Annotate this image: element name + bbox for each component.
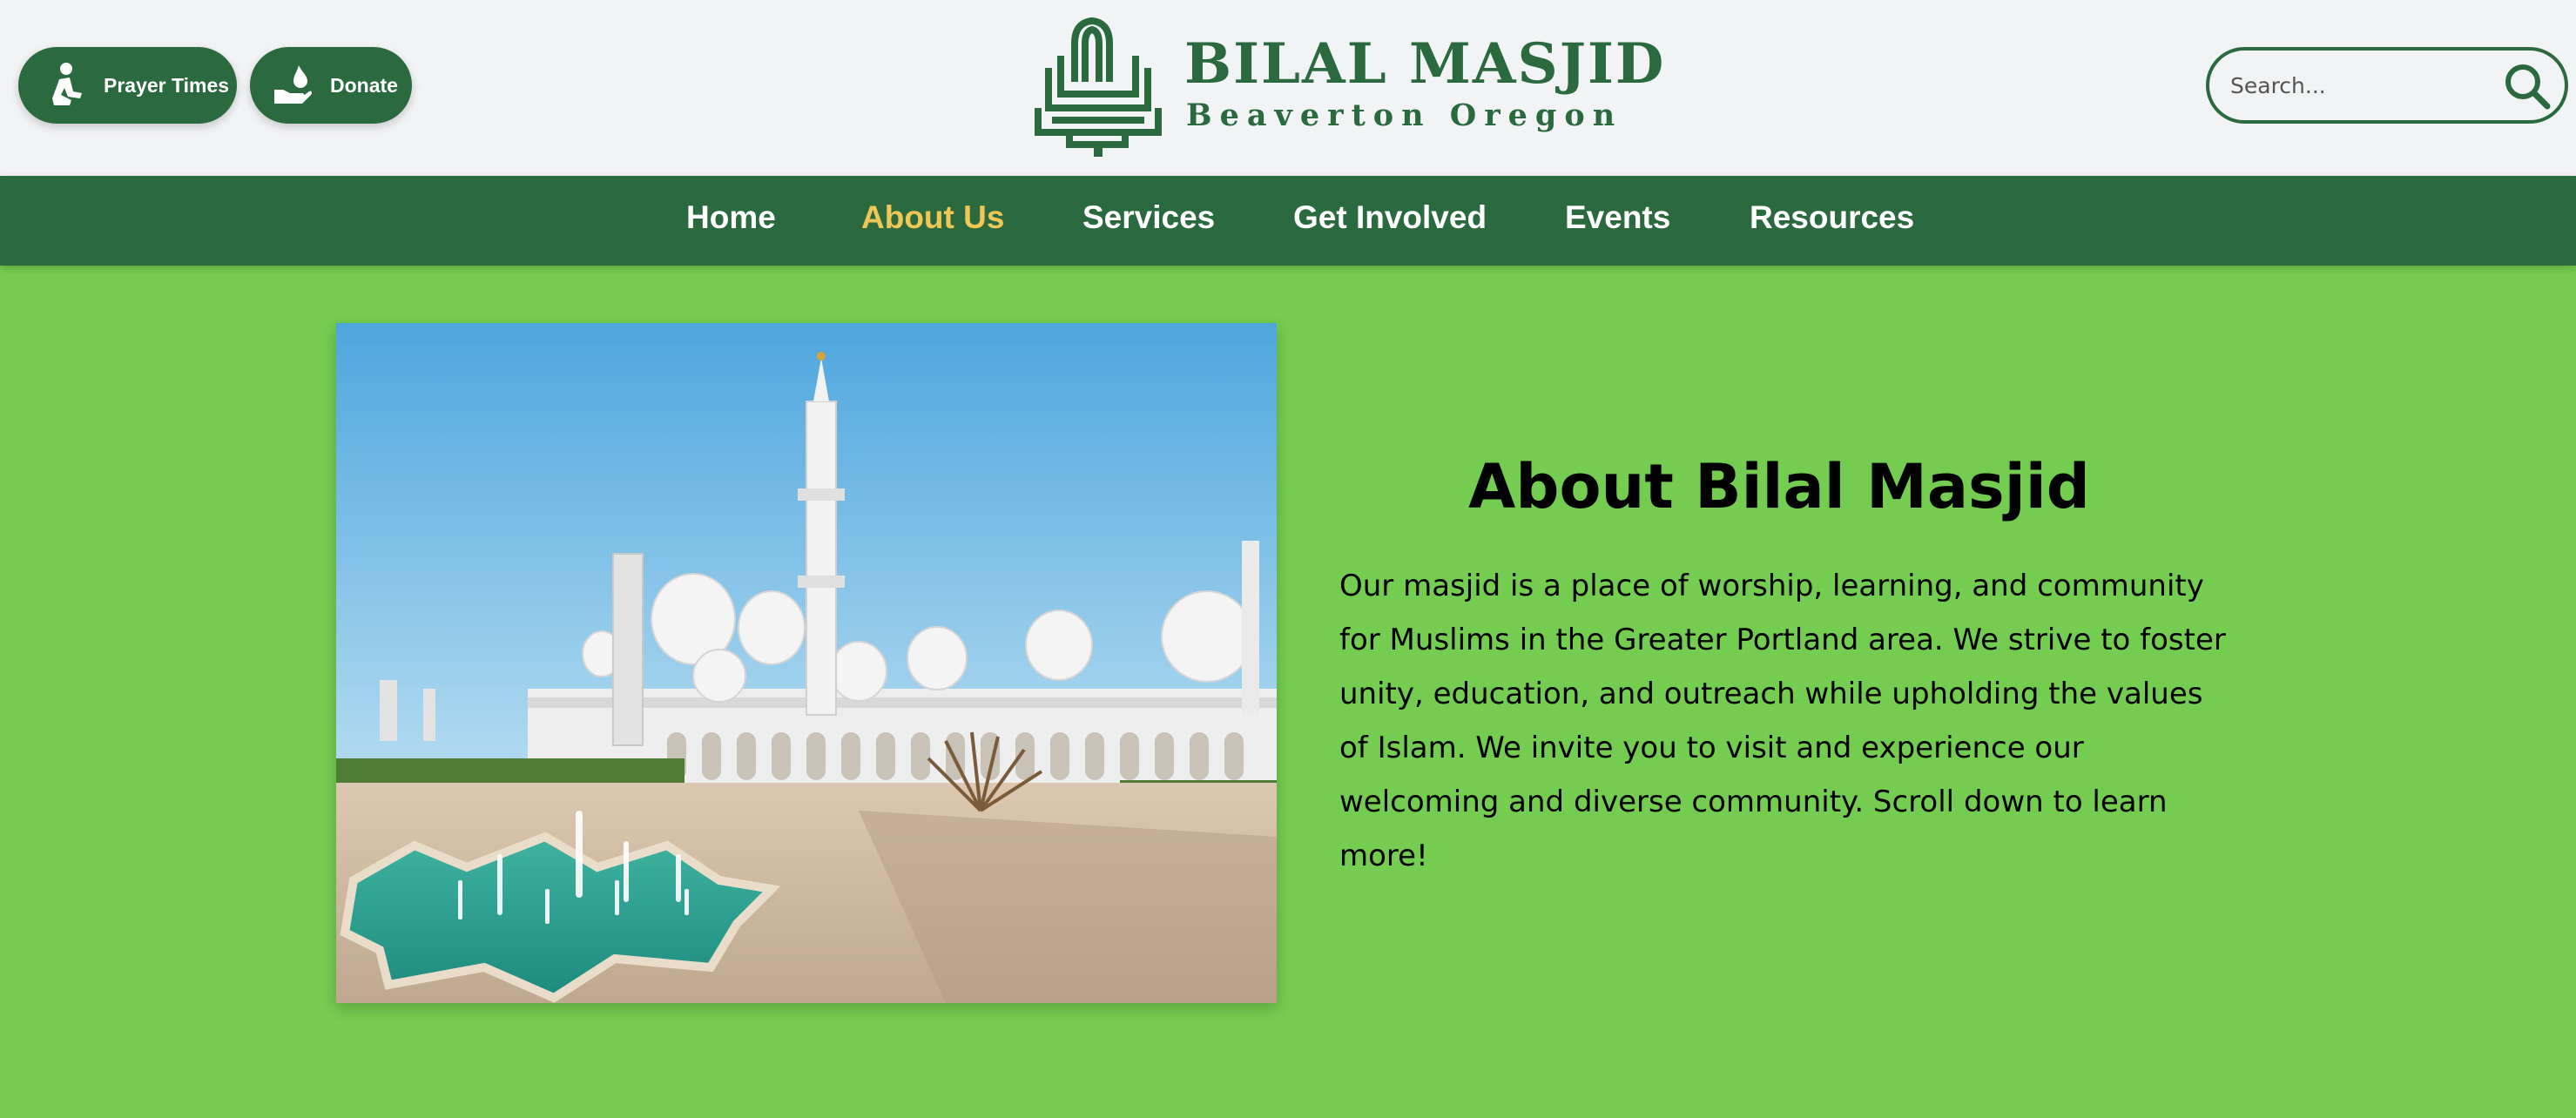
about-description: Our masjid is a place of worship, learni… — [1339, 569, 2226, 873]
site-header: Prayer Times Donate BILAL MASJID Beavert… — [0, 0, 2576, 176]
praying-person-icon — [44, 62, 88, 109]
prayer-times-button[interactable]: Prayer Times — [18, 47, 237, 124]
logo-subtitle: Beaverton Oregon — [1186, 98, 1623, 133]
donate-label: Donate — [330, 73, 398, 97]
site-logo[interactable]: BILAL MASJID Beaverton Oregon — [1035, 17, 1663, 157]
masjid-calligraphy-logo — [1035, 17, 1162, 157]
nav-item-services[interactable]: Services — [1082, 197, 1215, 239]
prayer-times-label: Prayer Times — [104, 73, 230, 97]
masjid-photo — [336, 323, 1277, 1003]
nav-item-get-involved[interactable]: Get Involved — [1293, 197, 1487, 239]
search-input[interactable] — [2230, 72, 2492, 98]
donate-button[interactable]: Donate — [250, 47, 412, 124]
logo-title: BILAL MASJID — [1184, 31, 1666, 97]
nav-item-home[interactable]: Home — [686, 197, 776, 239]
about-heading: About Bilal Masjid — [1468, 451, 2090, 522]
hand-donation-icon — [271, 62, 314, 109]
nav-item-events[interactable]: Events — [1565, 197, 1670, 239]
main-nav: Home About Us Services Get Involved Even… — [0, 176, 2576, 266]
nav-item-resources[interactable]: Resources — [1750, 197, 1914, 239]
search-box — [2206, 47, 2568, 124]
nav-item-about-us[interactable]: About Us — [861, 197, 1004, 239]
search-icon[interactable] — [2504, 63, 2551, 110]
